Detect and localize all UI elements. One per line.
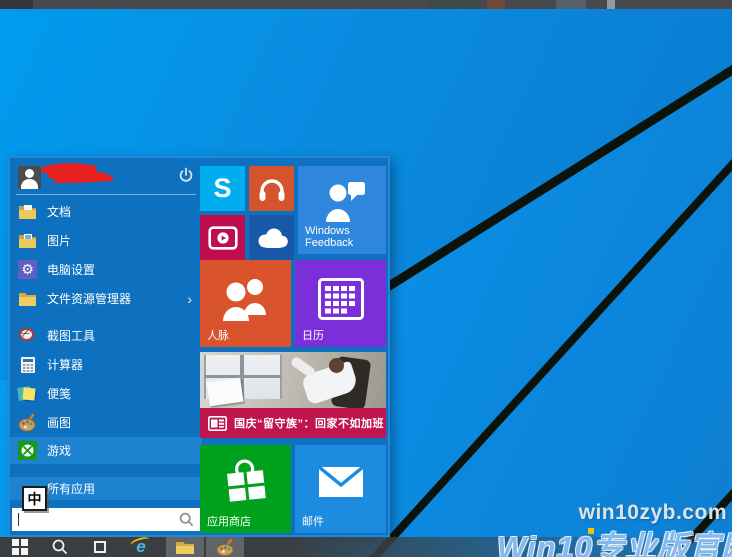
menu-item-snipping-tool[interactable]: ✂ 截图工具 <box>10 321 202 350</box>
task-view-icon <box>94 541 106 553</box>
chrome-block <box>607 0 615 9</box>
menu-item-label: 电脑设置 <box>47 261 95 278</box>
tile-windows-feedback[interactable]: Windows Feedback <box>298 166 386 254</box>
news-caption-bar: 国庆“留守族”：回家不如加班 <box>200 408 386 438</box>
chrome-block <box>487 0 505 9</box>
paint-palette-icon <box>216 539 235 556</box>
headphones-icon <box>249 166 294 211</box>
paint-palette-icon <box>18 413 37 432</box>
tile-video[interactable] <box>200 215 245 260</box>
desktop-screen: 文档 图片 ⚙ 电脑设置 文件资源管理器 › <box>0 0 732 557</box>
windows-logo-icon <box>12 539 28 555</box>
skype-icon: S <box>213 173 231 204</box>
menu-item-label: 计算器 <box>47 356 83 373</box>
sticky-notes-icon <box>18 384 37 403</box>
tile-label: Windows Feedback <box>305 225 369 250</box>
menu-item-pictures[interactable]: 图片 <box>10 226 202 255</box>
start-menu-left-pane: 文档 图片 ⚙ 电脑设置 文件资源管理器 › <box>10 158 202 535</box>
tile-onedrive[interactable] <box>249 215 294 260</box>
power-icon <box>178 167 194 183</box>
tile-calendar[interactable]: 日历 <box>295 260 386 347</box>
chrome-block <box>430 0 480 9</box>
chrome-block <box>556 0 586 9</box>
documents-folder-icon <box>18 202 37 221</box>
search-icon <box>52 539 68 555</box>
tile-label: 日历 <box>302 327 324 343</box>
taskbar-search-button[interactable] <box>52 537 68 557</box>
menu-item-label: 游戏 <box>47 442 71 459</box>
tile-mail[interactable]: 邮件 <box>295 445 386 533</box>
chrome-block <box>0 0 33 9</box>
all-apps-label: 所有应用 <box>47 480 95 497</box>
tile-label: 人脉 <box>207 327 229 343</box>
pictures-folder-icon <box>18 231 37 250</box>
menu-item-label: 文件资源管理器 <box>47 290 131 307</box>
news-photo <box>200 352 386 408</box>
menu-item-calculator[interactable]: 计算器 <box>10 350 202 379</box>
start-menu-header <box>10 158 202 190</box>
news-icon <box>208 416 227 431</box>
settings-gear-icon: ⚙ <box>18 260 37 279</box>
ime-indicator[interactable]: 中 <box>22 486 47 511</box>
photo-arm <box>289 355 316 378</box>
calculator-icon <box>18 355 37 374</box>
menu-item-documents[interactable]: 文档 <box>10 197 202 226</box>
redaction-scribble <box>40 162 124 184</box>
menu-gap <box>10 464 202 477</box>
start-button[interactable] <box>12 537 52 557</box>
search-input[interactable] <box>12 508 200 531</box>
watermark-site-name: Win10专业版官网 <box>497 522 732 557</box>
power-button[interactable] <box>178 167 194 188</box>
tile-label: 应用商店 <box>207 513 251 529</box>
window-chrome-strip <box>0 0 732 9</box>
menu-item-label: 图片 <box>47 232 71 249</box>
snipping-tool-icon: ✂ <box>18 326 37 345</box>
menu-item-label: 文档 <box>47 203 71 220</box>
onedrive-cloud-icon <box>249 215 294 260</box>
tile-music[interactable] <box>249 166 294 211</box>
menu-item-games[interactable]: 游戏 <box>10 437 202 464</box>
menu-item-sticky-notes[interactable]: 便笺 <box>10 379 202 408</box>
user-avatar[interactable] <box>18 166 41 189</box>
tile-people[interactable]: 人脉 <box>200 260 291 347</box>
news-caption: 国庆“留守族”：回家不如加班 <box>234 415 384 431</box>
internet-explorer-button[interactable]: e <box>132 537 150 557</box>
tile-label: 邮件 <box>302 513 324 529</box>
photo-head <box>329 358 344 373</box>
menu-item-paint[interactable]: 画图 <box>10 408 202 437</box>
tile-news[interactable]: 国庆“留守族”：回家不如加班 <box>200 352 386 438</box>
text-caret <box>18 513 19 526</box>
file-explorer-folder-icon <box>18 289 37 308</box>
photo-laptop <box>206 378 243 406</box>
menu-divider <box>16 194 196 195</box>
watermark-accent-dot <box>588 528 594 534</box>
search-icon <box>179 512 194 532</box>
menu-item-label: 截图工具 <box>47 327 95 344</box>
xbox-games-icon <box>18 441 37 460</box>
chevron-right-icon: › <box>187 291 192 307</box>
video-icon <box>200 215 245 260</box>
task-view-button[interactable] <box>94 537 132 557</box>
menu-item-pc-settings[interactable]: ⚙ 电脑设置 <box>10 255 202 284</box>
start-menu: 文档 图片 ⚙ 电脑设置 文件资源管理器 › <box>8 156 390 537</box>
tile-skype[interactable]: S <box>200 166 245 211</box>
menu-item-file-explorer[interactable]: 文件资源管理器 › <box>10 284 202 313</box>
file-explorer-taskbar-button[interactable] <box>166 537 204 557</box>
tile-store[interactable]: 应用商店 <box>200 445 291 533</box>
folder-icon <box>175 539 195 555</box>
paint-taskbar-button[interactable] <box>206 537 244 557</box>
menu-item-label: 画图 <box>47 414 71 431</box>
menu-item-label: 便笺 <box>47 385 71 402</box>
menu-gap <box>10 313 202 321</box>
